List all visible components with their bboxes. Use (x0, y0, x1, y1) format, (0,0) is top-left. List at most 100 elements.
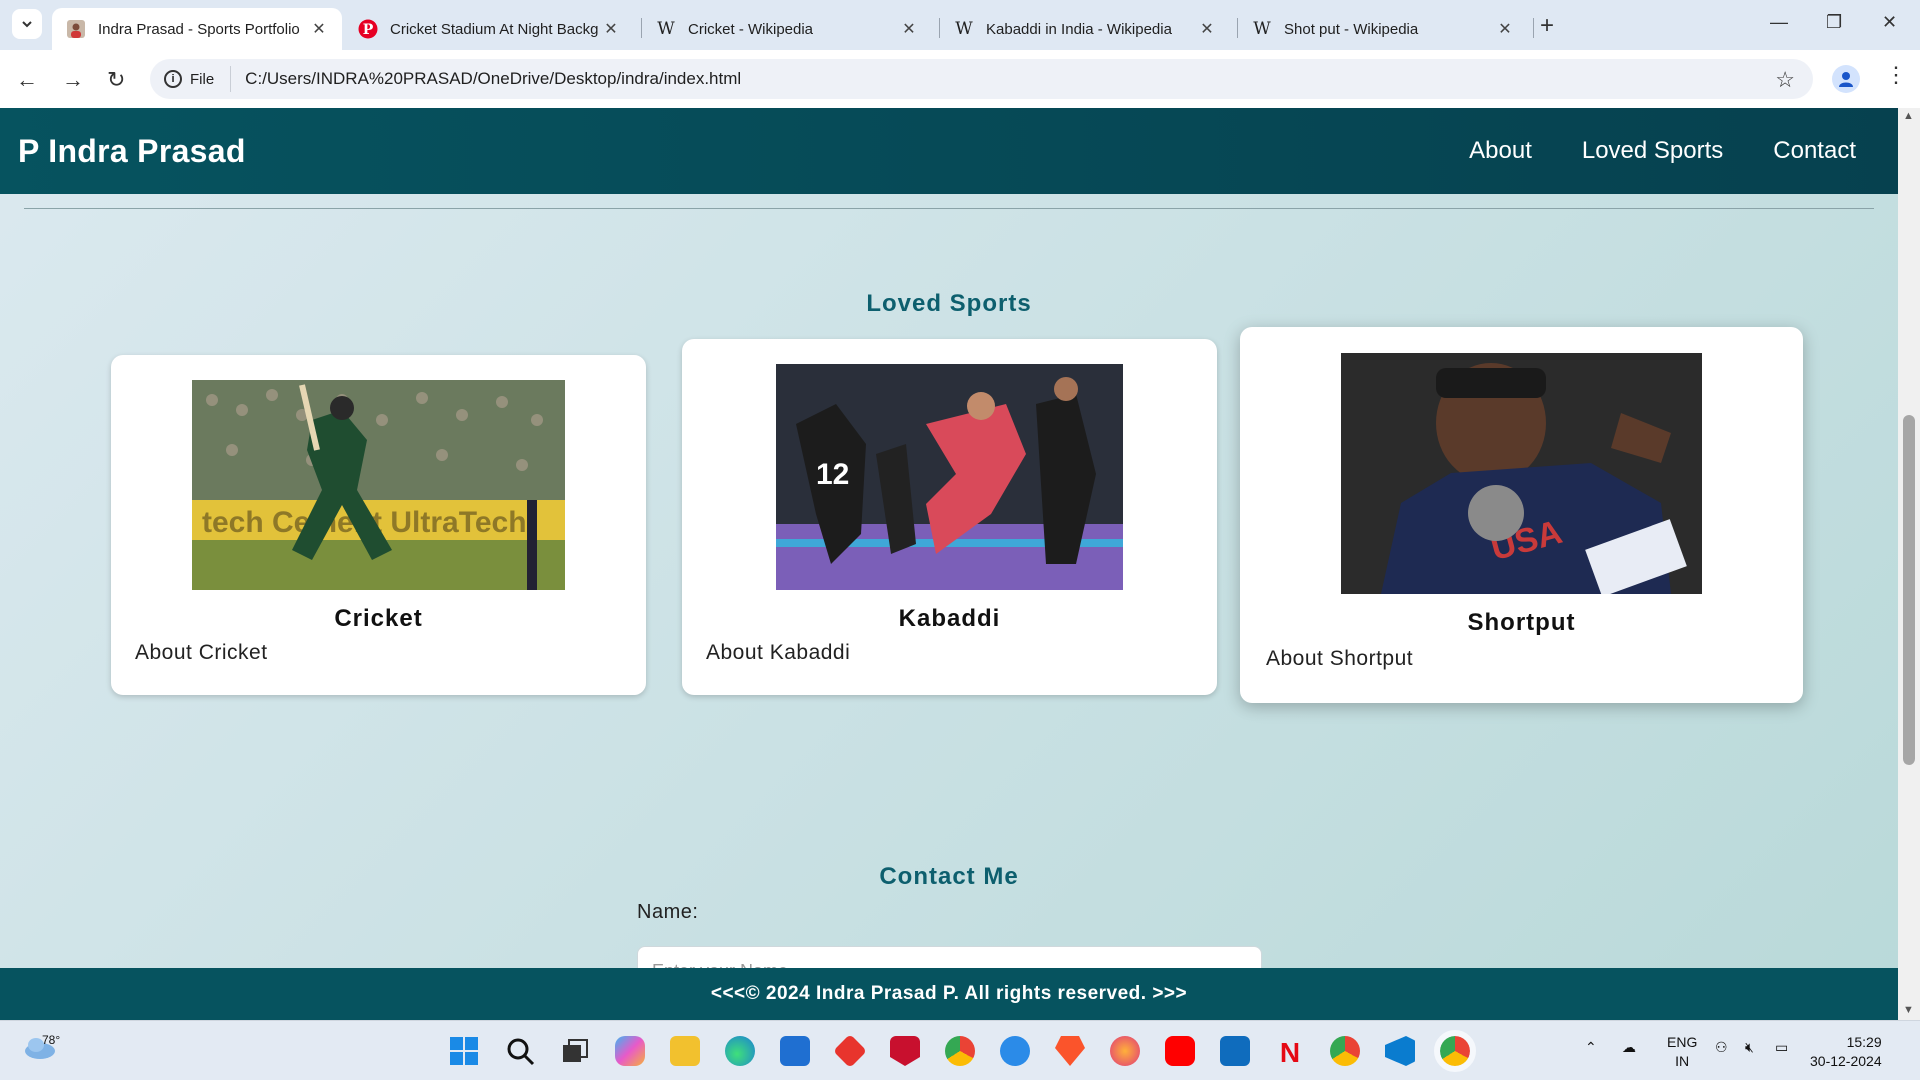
office-app-icon[interactable] (833, 1034, 867, 1068)
nav-link-loved-sports[interactable]: Loved Sports (1582, 137, 1723, 165)
chrome-active-icon[interactable] (1434, 1030, 1476, 1072)
new-tab-plus-icon[interactable]: + (1540, 12, 1554, 40)
tab-search-button[interactable] (12, 9, 42, 39)
tab-title: Indra Prasad - Sports Portfolio (98, 20, 300, 38)
kabaddi-image: 12 (776, 364, 1123, 590)
tab-title: Kabaddi in India - Wikipedia (986, 20, 1172, 38)
netflix-icon[interactable]: N (1275, 1036, 1305, 1068)
windows-start-icon[interactable] (449, 1036, 479, 1066)
nav-link-about[interactable]: About (1469, 137, 1532, 165)
tab-title: Cricket - Wikipedia (688, 20, 814, 38)
profile-avatar-icon[interactable] (1832, 65, 1860, 93)
copilot-icon[interactable] (615, 1036, 645, 1066)
weather-temp: 78° (42, 1033, 61, 1047)
browser-menu-icon[interactable]: ⋮ (1885, 62, 1907, 88)
site-info-chip[interactable]: i File (164, 66, 232, 92)
tab-pinterest[interactable]: P Cricket Stadium At Night Backg ✕ (344, 8, 634, 50)
file-explorer-icon[interactable] (670, 1036, 700, 1066)
reload-icon[interactable]: ↻ (107, 67, 125, 93)
vscode-icon[interactable] (1385, 1036, 1415, 1066)
address-bar[interactable]: i File C:/Users/INDRA%20PRASAD/OneDrive/… (150, 59, 1813, 99)
chevron-up-icon[interactable]: ⌃ (1585, 1039, 1597, 1056)
card-description: About Cricket (135, 641, 268, 664)
brave-icon[interactable] (1055, 1036, 1085, 1066)
card-description: About Shortput (1266, 647, 1414, 670)
system-clock[interactable]: 15:29 30-12-2024 (1810, 1033, 1882, 1071)
close-icon[interactable]: ✕ (310, 19, 328, 39)
scrollbar-thumb[interactable] (1903, 415, 1915, 765)
bookmark-star-icon[interactable]: ☆ (1775, 67, 1795, 93)
tab-title: Shot put - Wikipedia (1284, 20, 1419, 38)
chrome-icon[interactable] (945, 1036, 975, 1066)
onedrive-off-icon[interactable]: ☁ (1622, 1039, 1636, 1056)
weather-widget[interactable]: 78° (22, 1031, 61, 1066)
wikipedia-icon: W (955, 19, 973, 39)
close-icon[interactable]: ✕ (900, 19, 918, 39)
nav-link-contact[interactable]: Contact (1773, 137, 1856, 165)
wikipedia-icon: W (657, 19, 675, 39)
browser-tab-strip: Indra Prasad - Sports Portfolio ✕ P Cric… (0, 0, 1920, 50)
internet-explorer-icon[interactable] (1000, 1036, 1030, 1066)
card-title: Shortput (1467, 609, 1576, 636)
shortput-image: USA (1341, 353, 1702, 594)
forward-arrow-icon[interactable]: → (62, 67, 84, 93)
site-header: P Indra Prasad About Loved Sports Contac… (0, 108, 1898, 194)
tab-separator (1533, 18, 1534, 38)
task-view-icon[interactable] (560, 1036, 590, 1066)
section-divider (24, 208, 1874, 209)
store-icon[interactable] (780, 1036, 810, 1066)
mcafee-icon[interactable] (890, 1036, 920, 1066)
restore-icon[interactable]: ❐ (1826, 12, 1842, 33)
tab-cricket-wikipedia[interactable]: W Cricket - Wikipedia ✕ (642, 8, 932, 50)
wikipedia-icon: W (1253, 19, 1271, 39)
page-viewport: P Indra Prasad About Loved Sports Contac… (0, 108, 1898, 1020)
tab-shotput-wikipedia[interactable]: W Shot put - Wikipedia ✕ (1238, 8, 1528, 50)
clock-date: 30-12-2024 (1810, 1053, 1882, 1069)
svg-text:P: P (363, 22, 374, 38)
site-title: P Indra Prasad (18, 132, 246, 169)
youtube-icon[interactable] (1165, 1036, 1195, 1066)
edge-icon[interactable] (725, 1036, 755, 1066)
windows-taskbar: 78° N ⌃ ☁ ENG IN ⚇ 🔇︎ ▭ 15:29 30-12-2024 (0, 1020, 1920, 1080)
outlook-icon[interactable] (1220, 1036, 1250, 1066)
close-icon[interactable]: ✕ (1198, 19, 1216, 39)
language-code: ENG (1667, 1034, 1698, 1050)
back-arrow-icon[interactable]: ← (16, 67, 38, 93)
scroll-up-arrow-icon[interactable]: ▲ (1903, 110, 1914, 122)
minimize-icon[interactable]: — (1770, 12, 1788, 33)
svg-text:N: N (1280, 1037, 1300, 1066)
close-icon[interactable]: ✕ (1496, 19, 1514, 39)
tab-title: Cricket Stadium At Night Backg (390, 20, 599, 38)
language-indicator[interactable]: ENG IN (1667, 1033, 1697, 1071)
search-icon[interactable] (505, 1036, 535, 1066)
scroll-down-arrow-icon[interactable]: ▼ (1903, 1004, 1914, 1016)
tab-kabaddi-wikipedia[interactable]: W Kabaddi in India - Wikipedia ✕ (940, 8, 1230, 50)
svg-text:12: 12 (816, 458, 849, 491)
info-icon: i (164, 70, 182, 88)
site-nav: About Loved Sports Contact (1469, 137, 1856, 165)
network-icon[interactable]: ⚇ (1715, 1039, 1728, 1056)
url-text[interactable]: C:/Users/INDRA%20PRASAD/OneDrive/Desktop… (245, 69, 741, 89)
volume-muted-icon[interactable]: 🔇︎ (1745, 1039, 1754, 1056)
loved-sports-heading: Loved Sports (866, 290, 1032, 317)
name-label: Name: (637, 901, 699, 923)
sport-card-shortput: USA Shortput About Shortput (1240, 327, 1803, 703)
firefox-icon[interactable] (1110, 1036, 1140, 1066)
chrome-profile-icon[interactable] (1330, 1036, 1360, 1066)
sport-card-cricket: tech Cement UltraTech Cricket About Cric… (111, 355, 646, 695)
sport-card-kabaddi: 12 Kabaddi About Kabaddi (682, 339, 1217, 695)
battery-icon[interactable]: ▭ (1775, 1039, 1788, 1056)
chevron-down-icon (22, 21, 32, 28)
person-favicon-icon (66, 19, 86, 39)
browser-toolbar: ← → ↻ i File C:/Users/INDRA%20PRASAD/One… (0, 50, 1920, 108)
cricket-image: tech Cement UltraTech (192, 380, 565, 590)
window-close-icon[interactable]: ✕ (1882, 12, 1897, 33)
page-scrollbar[interactable]: ▲ ▼ (1898, 108, 1920, 1020)
region-code: IN (1675, 1053, 1690, 1069)
close-icon[interactable]: ✕ (602, 19, 620, 39)
site-footer: <<<© 2024 Indra Prasad P. All rights res… (0, 968, 1898, 1020)
contact-heading: Contact Me (879, 863, 1019, 890)
clock-time: 15:29 (1846, 1034, 1882, 1050)
card-title: Kabaddi (898, 605, 1001, 632)
tab-portfolio[interactable]: Indra Prasad - Sports Portfolio ✕ (52, 8, 342, 50)
